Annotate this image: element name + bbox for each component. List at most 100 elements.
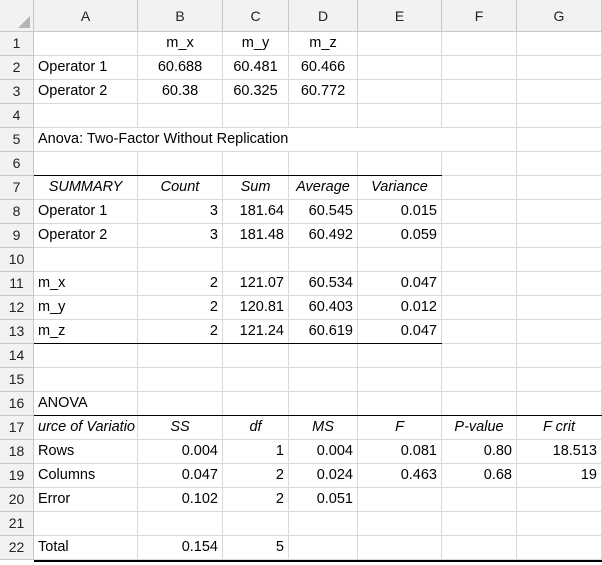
cell-f19[interactable]: 0.68 (442, 464, 517, 488)
cell-g20[interactable] (517, 488, 602, 512)
cell-a10[interactable] (34, 248, 138, 272)
column-header-b[interactable]: B (138, 0, 223, 32)
cell-c7[interactable]: Sum (223, 176, 289, 200)
cell-c10[interactable] (223, 248, 289, 272)
cell-e4[interactable] (358, 104, 442, 128)
cell-b11[interactable]: 2 (138, 272, 223, 296)
cell-f21[interactable] (442, 512, 517, 536)
select-all-corner[interactable] (0, 0, 34, 32)
row-header-5[interactable]: 5 (0, 128, 34, 152)
cell-g19[interactable]: 19 (517, 464, 602, 488)
cell-a14[interactable] (34, 344, 138, 368)
cell-b19[interactable]: 0.047 (138, 464, 223, 488)
cell-a21[interactable] (34, 512, 138, 536)
cell-e13[interactable]: 0.047 (358, 320, 442, 344)
row-header-7[interactable]: 7 (0, 176, 34, 200)
cell-e18[interactable]: 0.081 (358, 440, 442, 464)
cell-c12[interactable]: 120.81 (223, 296, 289, 320)
cell-e8[interactable]: 0.015 (358, 200, 442, 224)
cell-g3[interactable] (517, 80, 602, 104)
column-header-e[interactable]: E (358, 0, 442, 32)
cell-a4[interactable] (34, 104, 138, 128)
cell-c6[interactable] (223, 152, 289, 176)
cell-c22[interactable]: 5 (223, 536, 289, 560)
cell-d9[interactable]: 60.492 (289, 224, 358, 248)
row-header-15[interactable]: 15 (0, 368, 34, 392)
cell-c3[interactable]: 60.325 (223, 80, 289, 104)
cell-b18[interactable]: 0.004 (138, 440, 223, 464)
cell-a17[interactable]: urce of Variatio (34, 416, 138, 440)
cell-d10[interactable] (289, 248, 358, 272)
cell-e10[interactable] (358, 248, 442, 272)
cell-f22[interactable] (442, 536, 517, 560)
row-header-21[interactable]: 21 (0, 512, 34, 536)
cell-g16[interactable] (517, 392, 602, 416)
cell-e2[interactable] (358, 56, 442, 80)
cell-g7[interactable] (517, 176, 602, 200)
cell-e1[interactable] (358, 32, 442, 56)
cell-a6[interactable] (34, 152, 138, 176)
cell-f14[interactable] (442, 344, 517, 368)
cell-g22[interactable] (517, 536, 602, 560)
cell-a9[interactable]: Operator 2 (34, 224, 138, 248)
cell-a20[interactable]: Error (34, 488, 138, 512)
cell-d13[interactable]: 60.619 (289, 320, 358, 344)
cell-d3[interactable]: 60.772 (289, 80, 358, 104)
cell-f1[interactable] (442, 32, 517, 56)
cell-a18[interactable]: Rows (34, 440, 138, 464)
column-header-d[interactable]: D (289, 0, 358, 32)
cell-e11[interactable]: 0.047 (358, 272, 442, 296)
cell-d15[interactable] (289, 368, 358, 392)
cell-e3[interactable] (358, 80, 442, 104)
cell-d7[interactable]: Average (289, 176, 358, 200)
cell-d11[interactable]: 60.534 (289, 272, 358, 296)
cell-f12[interactable] (442, 296, 517, 320)
cell-g17[interactable]: F crit (517, 416, 602, 440)
row-header-17[interactable]: 17 (0, 416, 34, 440)
cell-b9[interactable]: 3 (138, 224, 223, 248)
cell-e9[interactable]: 0.059 (358, 224, 442, 248)
cell-d12[interactable]: 60.403 (289, 296, 358, 320)
cell-b10[interactable] (138, 248, 223, 272)
cell-e15[interactable] (358, 368, 442, 392)
cell-g10[interactable] (517, 248, 602, 272)
cell-c1[interactable]: m_y (223, 32, 289, 56)
cell-g8[interactable] (517, 200, 602, 224)
cell-f6[interactable] (442, 152, 517, 176)
row-header-2[interactable]: 2 (0, 56, 34, 80)
cell-g15[interactable] (517, 368, 602, 392)
cell-a8[interactable]: Operator 1 (34, 200, 138, 224)
cell-a1[interactable] (34, 32, 138, 56)
cell-a11[interactable]: m_x (34, 272, 138, 296)
cell-g18[interactable]: 18.513 (517, 440, 602, 464)
cell-a13[interactable]: m_z (34, 320, 138, 344)
cell-f3[interactable] (442, 80, 517, 104)
cell-d6[interactable] (289, 152, 358, 176)
row-header-14[interactable]: 14 (0, 344, 34, 368)
cell-d1[interactable]: m_z (289, 32, 358, 56)
row-header-8[interactable]: 8 (0, 200, 34, 224)
row-header-9[interactable]: 9 (0, 224, 34, 248)
cell-g1[interactable] (517, 32, 602, 56)
row-header-4[interactable]: 4 (0, 104, 34, 128)
cell-g11[interactable] (517, 272, 602, 296)
cell-b21[interactable] (138, 512, 223, 536)
cell-d19[interactable]: 0.024 (289, 464, 358, 488)
cell-b6[interactable] (138, 152, 223, 176)
cell-b17[interactable]: SS (138, 416, 223, 440)
row-header-13[interactable]: 13 (0, 320, 34, 344)
cell-c19[interactable]: 2 (223, 464, 289, 488)
column-header-a[interactable]: A (34, 0, 138, 32)
cell-d20[interactable]: 0.051 (289, 488, 358, 512)
cell-d2[interactable]: 60.466 (289, 56, 358, 80)
cell-g2[interactable] (517, 56, 602, 80)
cell-e17[interactable]: F (358, 416, 442, 440)
cell-d21[interactable] (289, 512, 358, 536)
cell-d16[interactable] (289, 392, 358, 416)
cell-f16[interactable] (442, 392, 517, 416)
cell-d4[interactable] (289, 104, 358, 128)
cell-c16[interactable] (223, 392, 289, 416)
cell-c8[interactable]: 181.64 (223, 200, 289, 224)
cell-c20[interactable]: 2 (223, 488, 289, 512)
cell-f8[interactable] (442, 200, 517, 224)
